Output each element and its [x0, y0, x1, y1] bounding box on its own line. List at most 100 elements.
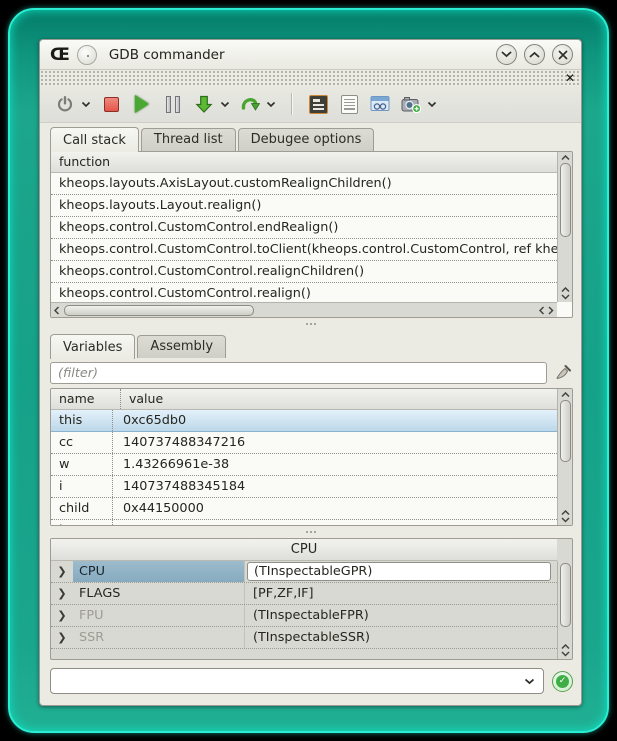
- cpu-register-row[interactable]: ❯ SSR (TInspectableSSR): [51, 627, 557, 649]
- run-icon: [135, 95, 149, 113]
- output-button[interactable]: [336, 91, 362, 117]
- scroll-down-icon[interactable]: [561, 517, 570, 523]
- command-bar: ✓: [50, 668, 573, 694]
- chevron-up-icon: [529, 51, 540, 58]
- pause-button[interactable]: [160, 91, 186, 117]
- watch-icon: [370, 95, 390, 113]
- tab-assembly[interactable]: Assembly: [137, 335, 226, 358]
- variable-row[interactable]: w 1.43266961e-38: [51, 454, 557, 476]
- toolbar-separator: [291, 93, 292, 115]
- combo-dropdown-button[interactable]: [516, 674, 543, 689]
- variable-row[interactable]: child 0x44150000: [51, 498, 557, 520]
- call-stack-vertical-scrollbar[interactable]: [557, 152, 572, 302]
- cpu-view-button[interactable]: [305, 91, 331, 117]
- column-header-name[interactable]: name: [59, 389, 121, 409]
- tab-call-stack[interactable]: Call stack: [50, 127, 139, 152]
- register-value-editor[interactable]: (TInspectableGPR): [247, 562, 551, 581]
- variable-name: h: [51, 520, 113, 526]
- variable-name: w: [51, 454, 113, 475]
- variables-panel: name value this 0xc65db0 cc 140737488347…: [50, 388, 573, 526]
- variable-row[interactable]: cc 140737488347216: [51, 432, 557, 454]
- step-into-button[interactable]: [191, 91, 217, 117]
- watch-button[interactable]: [367, 91, 393, 117]
- call-stack-panel: function kheops.layouts.AxisLayout.custo…: [50, 151, 573, 318]
- call-stack-row[interactable]: kheops.control.CustomControl.realignChil…: [51, 261, 557, 283]
- call-stack-row[interactable]: kheops.control.CustomControl.endRealign(…: [51, 217, 557, 239]
- call-stack-horizontal-scrollbar[interactable]: [51, 302, 557, 317]
- close-button[interactable]: [552, 44, 573, 65]
- power-dropdown-icon[interactable]: [81, 101, 91, 108]
- run-button[interactable]: [129, 91, 155, 117]
- scroll-down-icon[interactable]: [561, 651, 570, 657]
- expand-caret-icon[interactable]: ❯: [51, 609, 73, 622]
- expand-caret-icon[interactable]: ❯: [51, 565, 73, 578]
- shade-button[interactable]: [496, 44, 517, 65]
- variable-row[interactable]: h 1.43266961e-38: [51, 520, 557, 526]
- call-stack-row[interactable]: kheops.layouts.Layout.realign(): [51, 195, 557, 217]
- call-stack-row[interactable]: kheops.layouts.AxisLayout.customRealignC…: [51, 173, 557, 195]
- scroll-thumb[interactable]: [64, 305, 254, 316]
- expand-caret-icon[interactable]: ❯: [51, 631, 73, 644]
- power-button[interactable]: [52, 91, 78, 117]
- tab-variables[interactable]: Variables: [50, 334, 135, 359]
- filter-row: [50, 362, 573, 384]
- step-into-icon: [194, 94, 214, 114]
- gdb-command-input[interactable]: [51, 671, 516, 691]
- maximize-button[interactable]: [524, 44, 545, 65]
- register-name: FPU: [73, 605, 245, 626]
- variable-row[interactable]: i 140737488345184: [51, 476, 557, 498]
- call-stack-column-header[interactable]: function: [51, 152, 557, 173]
- variable-value: 1.43266961e-38: [113, 520, 557, 526]
- stop-icon: [104, 97, 119, 112]
- tab-thread-list[interactable]: Thread list: [141, 128, 236, 151]
- scroll-up-icon[interactable]: [561, 392, 570, 398]
- snapshot-dropdown-icon[interactable]: [427, 101, 437, 108]
- cpu-chip-icon: [309, 95, 328, 114]
- variable-name: this: [51, 410, 113, 431]
- scroll-down-icon[interactable]: [561, 294, 570, 300]
- scroll-thumb[interactable]: [560, 163, 571, 237]
- step-over-button[interactable]: [237, 91, 263, 117]
- column-header-value[interactable]: value: [121, 389, 163, 409]
- cpu-vertical-scrollbar[interactable]: [557, 561, 572, 659]
- clear-filter-broom-icon[interactable]: [553, 363, 573, 383]
- scroll-thumb[interactable]: [560, 400, 571, 462]
- send-command-button[interactable]: ✓: [552, 671, 573, 692]
- stop-button[interactable]: [98, 91, 124, 117]
- variables-vertical-scrollbar[interactable]: [557, 389, 572, 525]
- variable-name: i: [51, 476, 113, 497]
- dock-close-icon[interactable]: ✕: [565, 72, 575, 84]
- scroll-up-icon[interactable]: [561, 287, 570, 293]
- scroll-up-icon[interactable]: [561, 155, 570, 161]
- filter-input[interactable]: [50, 362, 547, 384]
- expand-caret-icon[interactable]: ❯: [51, 587, 73, 600]
- scroll-right-icon[interactable]: [548, 306, 554, 315]
- scroll-left-icon[interactable]: [539, 306, 545, 315]
- power-icon: [56, 95, 74, 113]
- variable-row[interactable]: this 0xc65db0: [51, 410, 557, 432]
- step-over-dropdown-icon[interactable]: [266, 101, 276, 108]
- scroll-up-icon[interactable]: [561, 510, 570, 516]
- gdb-commander-window: Œ GDB commander ✕: [39, 39, 582, 706]
- scroll-thumb[interactable]: [560, 563, 571, 627]
- snapshot-button[interactable]: [398, 91, 424, 117]
- variable-value: 0x44150000: [113, 498, 557, 519]
- call-stack-row[interactable]: kheops.control.CustomControl.toClient(kh…: [51, 239, 557, 261]
- gdb-command-combobox[interactable]: [50, 668, 544, 694]
- cpu-register-row[interactable]: ❯ FPU (TInspectableFPR): [51, 605, 557, 627]
- panel-splitter[interactable]: [40, 526, 581, 538]
- variable-value: 1.43266961e-38: [113, 454, 557, 475]
- scroll-up-icon[interactable]: [561, 644, 570, 650]
- step-into-dropdown-icon[interactable]: [220, 101, 230, 108]
- app-menu-button[interactable]: [77, 45, 97, 65]
- register-value: (TInspectableFPR): [245, 608, 557, 623]
- cpu-register-row[interactable]: ❯ CPU (TInspectableGPR): [51, 561, 557, 583]
- step-over-icon: [240, 94, 261, 114]
- variable-value: 140737488347216: [113, 432, 557, 453]
- dock-handle-bar[interactable]: ✕: [40, 70, 581, 86]
- call-stack-rows: kheops.layouts.AxisLayout.customRealignC…: [51, 173, 557, 305]
- cpu-register-row[interactable]: ❯ FLAGS [PF,ZF,IF]: [51, 583, 557, 605]
- scroll-left-icon[interactable]: [54, 306, 60, 315]
- panel-splitter[interactable]: [40, 318, 581, 330]
- tab-debugee-options[interactable]: Debugee options: [238, 128, 375, 151]
